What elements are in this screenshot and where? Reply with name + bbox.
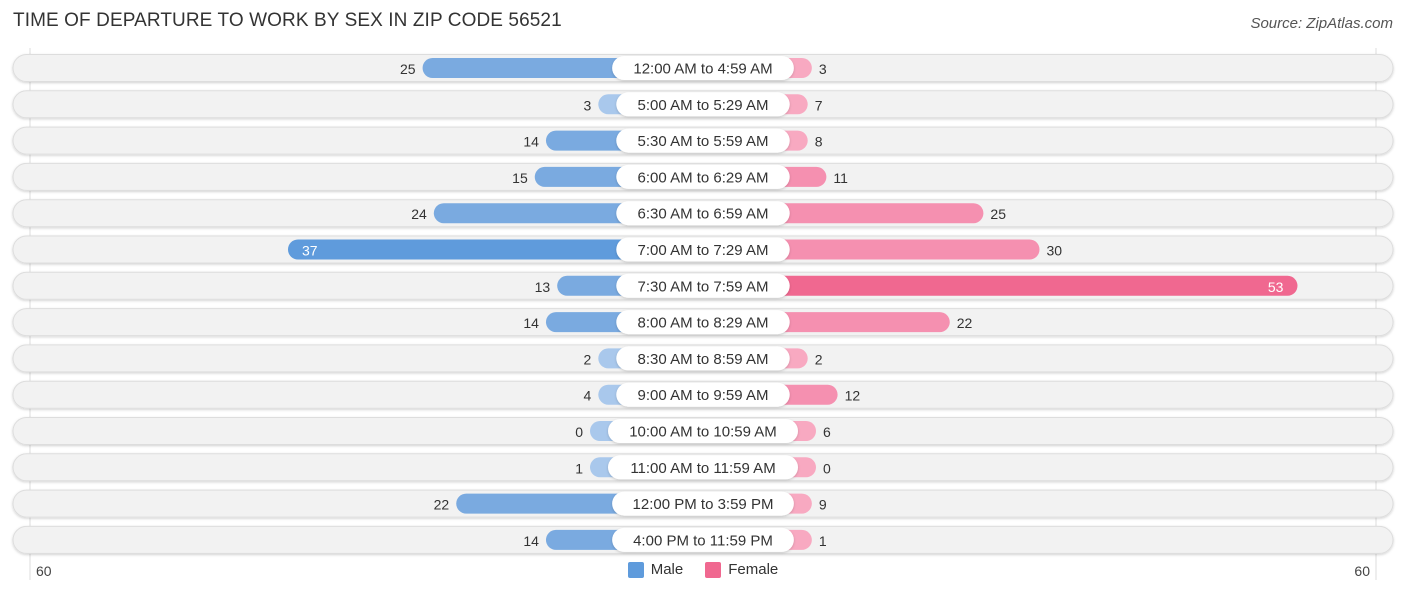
- value-label-male: 1: [575, 460, 583, 476]
- category-label: 7:00 AM to 7:29 AM: [638, 242, 769, 259]
- chart-row: 37 30 7:00 AM to 7:29 AM: [12, 235, 1394, 264]
- category-label: 7:30 AM to 7:59 AM: [638, 278, 769, 295]
- category-label: 12:00 PM to 3:59 PM: [633, 496, 774, 513]
- chart-area: 25 312:00 AM to 4:59 AM3 75:00 AM to 5:29 …: [12, 48, 1394, 580]
- chart-row: 15 11 6:00 AM to 6:29 AM: [12, 162, 1394, 191]
- legend-swatch-female: [705, 561, 722, 578]
- category-label: 8:30 AM to 8:59 AM: [638, 351, 769, 368]
- legend-label-male: Male: [650, 561, 684, 578]
- value-label-male: 22: [434, 497, 450, 513]
- bar-female[interactable]: [703, 275, 1298, 296]
- chart-row: 1 0 11:00 AM to 11:59 AM: [12, 453, 1394, 482]
- legend-swatch-male: [627, 561, 644, 578]
- legend-label-female: Female: [728, 561, 779, 578]
- value-label-female: 7: [815, 97, 823, 113]
- chart-row: 25 3 12:00 AM to 4:59 AM: [12, 54, 1394, 82]
- category-label: 6:00 AM to 6:29 AM: [638, 169, 769, 186]
- value-label-male: 37: [302, 243, 318, 259]
- category-label: 12:00 AM to 4:59 AM: [633, 61, 772, 78]
- chart-row: 14 8 5:30 AM to 5:59 AM: [12, 126, 1394, 155]
- legend-item-male[interactable]: Male: [627, 561, 684, 578]
- value-label-female: 8: [815, 134, 823, 150]
- value-label-female: 2: [815, 351, 823, 367]
- value-label-female: 30: [1047, 243, 1063, 259]
- chart-row: 14 1 4:00 PM to 11:59 PM: [12, 525, 1394, 554]
- legend-item-female[interactable]: Female: [705, 561, 778, 578]
- chart-row: 13 53 7:30 AM to 7:59 AM: [12, 271, 1394, 300]
- value-label-male: 13: [535, 279, 551, 295]
- chart-row: 14 22 8:00 AM to 8:29 AM: [12, 308, 1394, 337]
- value-label-male: 15: [512, 170, 528, 186]
- category-label: 9:00 AM to 9:59 AM: [638, 387, 769, 404]
- category-label: 5:30 AM to 5:59 AM: [638, 133, 769, 150]
- category-label: 6:30 AM to 6:59 AM: [638, 206, 769, 223]
- value-label-male: 3: [584, 97, 592, 113]
- chart-row: 4 12 9:00 AM to 9:59 AM: [12, 380, 1394, 409]
- value-label-male: 24: [411, 206, 427, 222]
- value-label-female: 6: [823, 424, 831, 440]
- category-label: 4:00 PM to 11:59 PM: [633, 532, 773, 549]
- category-label: 8:00 AM to 8:29 AM: [638, 315, 769, 332]
- category-label: 11:00 AM to 11:59 AM: [630, 460, 775, 477]
- value-label-male: 14: [523, 533, 539, 549]
- value-label-female: 9: [819, 497, 827, 513]
- value-label-female: 0: [823, 460, 831, 476]
- chart-row: 3 7 5:00 AM to 5:29 AM: [12, 90, 1394, 119]
- value-label-male: 2: [584, 351, 592, 367]
- value-label-male: 14: [523, 315, 539, 331]
- value-label-male: 14: [523, 134, 539, 150]
- value-label-male: 0: [575, 424, 583, 440]
- value-label-female: 11: [833, 170, 848, 186]
- chart-row: 22 9 12:00 PM to 3:59 PM: [12, 489, 1394, 518]
- category-label: 10:00 AM to 10:59 AM: [629, 424, 777, 441]
- value-label-female: 1: [819, 533, 827, 549]
- legend: Male Female: [0, 561, 1406, 578]
- chart-row: 2 2 8:30 AM to 8:59 AM: [12, 344, 1394, 373]
- value-label-male: 25: [400, 61, 416, 77]
- chart-row: 0 6 10:00 AM to 10:59 AM: [12, 417, 1394, 445]
- value-label-female: 3: [819, 61, 827, 77]
- value-label-female: 25: [990, 206, 1006, 222]
- value-label-female: 53: [1268, 279, 1284, 295]
- category-label: 5:00 AM to 5:29 AM: [638, 97, 769, 114]
- value-label-male: 4: [584, 388, 592, 404]
- value-label-female: 12: [845, 388, 861, 404]
- chart-row: 24 25 6:30 AM to 6:59 AM: [12, 199, 1394, 228]
- value-label-female: 22: [957, 315, 973, 331]
